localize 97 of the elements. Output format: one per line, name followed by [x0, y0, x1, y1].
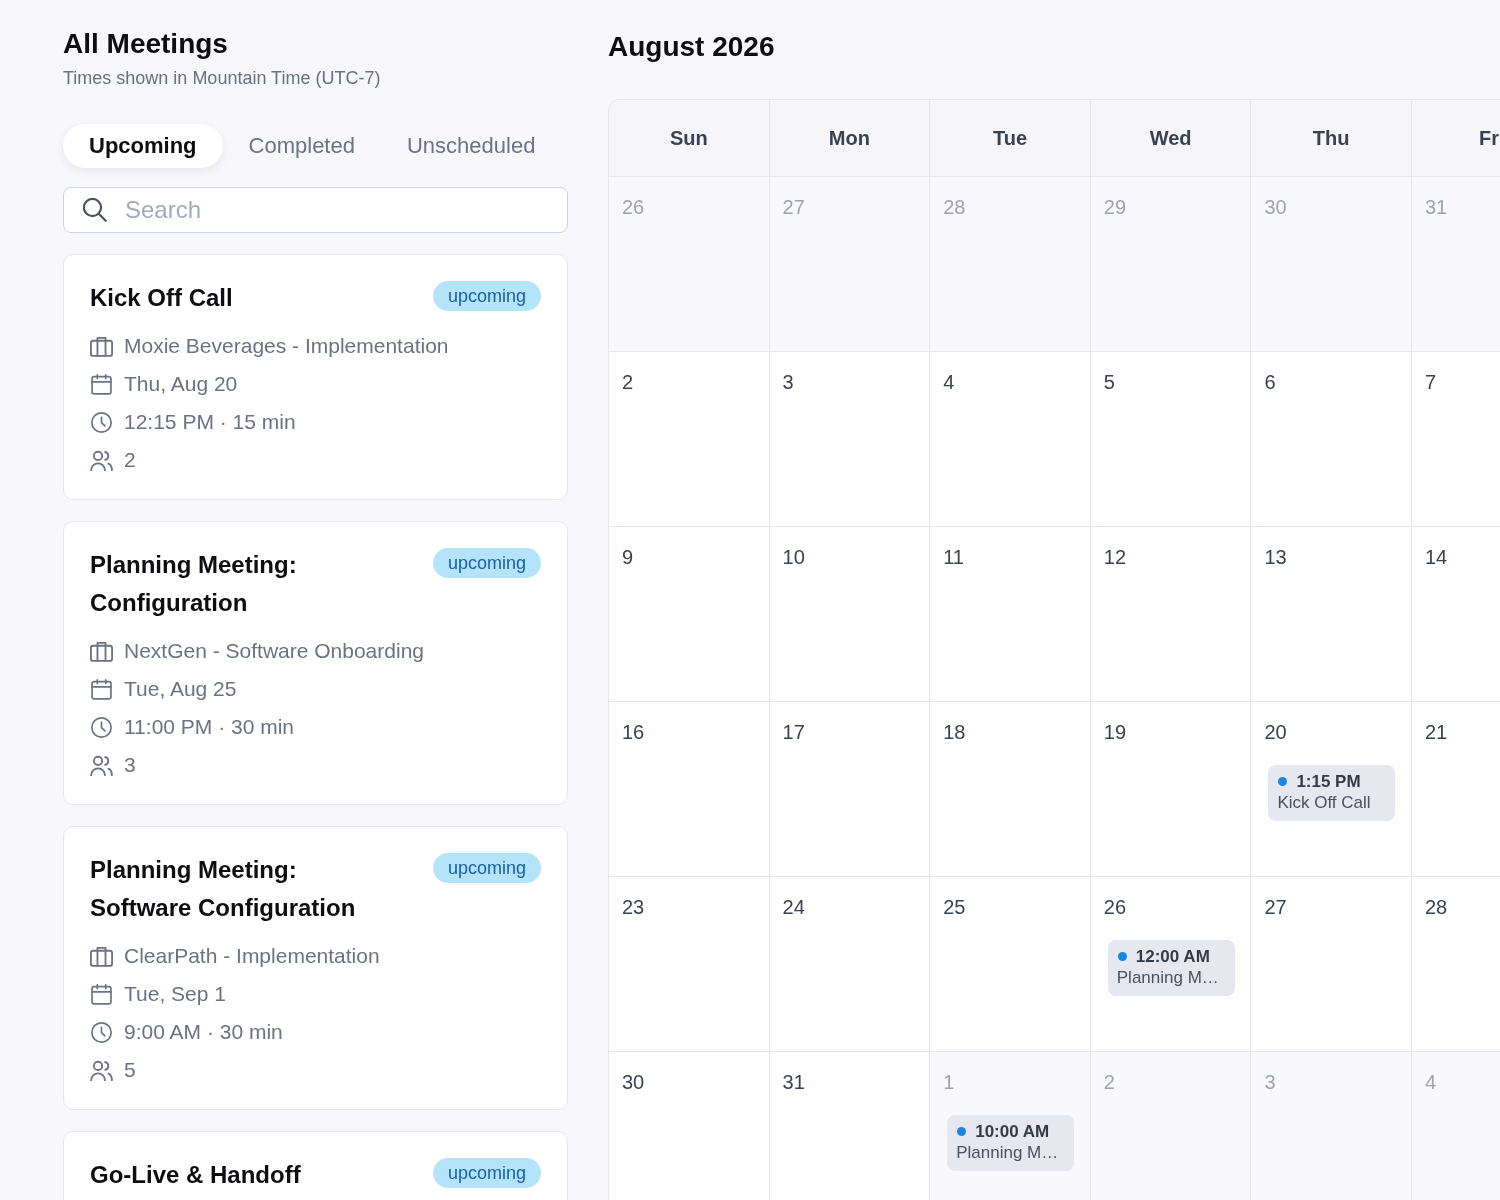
day-number: 31 — [782, 1070, 805, 1094]
day-number: 30 — [1264, 195, 1287, 219]
day-number: 1 — [943, 1070, 955, 1094]
filter-tab[interactable]: Unscheduled — [380, 124, 562, 168]
calendar-event[interactable]: 12:00 AM Planning M… — [1107, 940, 1235, 996]
day-number: 17 — [782, 720, 805, 744]
timezone-note: Times shown in Mountain Time (UTC-7) — [63, 67, 382, 89]
status-badge: upcoming — [432, 548, 541, 578]
page-title: All Meetings — [63, 27, 229, 61]
day-number: 4 — [1424, 1070, 1437, 1094]
day-number: 26 — [1103, 895, 1127, 919]
day-number: 18 — [943, 720, 966, 744]
event-dot-icon — [1278, 777, 1288, 786]
status-badge: upcoming — [432, 1158, 541, 1188]
day-number: 27 — [782, 195, 805, 219]
attendee-count: 2 — [124, 448, 136, 472]
filter-tab[interactable]: Completed — [222, 124, 381, 168]
day-number: 2 — [1103, 1070, 1115, 1094]
status-badge: upcoming — [432, 281, 541, 311]
calendar-event[interactable]: 1:15 PM Kick Off Call — [1268, 765, 1396, 821]
day-number: 23 — [622, 895, 645, 919]
event-dot-icon — [1117, 952, 1127, 961]
day-number: 27 — [1264, 895, 1287, 919]
people-icon — [90, 1059, 113, 1081]
calendar-event[interactable]: 10:00 AM Planning M… — [947, 1115, 1075, 1171]
clock-icon — [90, 411, 113, 433]
account-name: ClearPath - Implementation — [124, 944, 380, 968]
meeting-title: Planning Meeting: Configuration — [90, 550, 298, 618]
day-number: 28 — [1424, 895, 1448, 919]
filter-tab[interactable]: Upcoming — [63, 124, 223, 168]
day-number: 2 — [622, 370, 634, 394]
day-number: 4 — [943, 370, 955, 394]
meeting-date: Thu, Aug 20 — [124, 372, 238, 396]
search-field[interactable]: Search — [63, 187, 568, 233]
day-number: 28 — [943, 195, 966, 219]
search-icon — [83, 198, 107, 222]
event-dot-icon — [957, 1127, 967, 1136]
meeting-card[interactable]: Planning Meeting: Configuration upcoming NextGen - Software Onboarding Tue, Aug 25 11:00 PM · 30 min 3 — [63, 521, 568, 805]
event-time: 12:00 AM — [1135, 946, 1210, 967]
clock-icon — [90, 716, 113, 738]
weekday-header: Wed — [1090, 100, 1252, 177]
people-icon — [90, 754, 113, 776]
weekday-header: Tue — [930, 100, 1091, 177]
meeting-title: Planning Meeting: Software Configuration — [90, 855, 357, 923]
day-number: 21 — [1424, 720, 1448, 744]
day-number: 20 — [1264, 720, 1287, 744]
meeting-date: Tue, Sep 1 — [124, 982, 226, 1006]
weekday-header: Thu — [1251, 100, 1412, 177]
month-title: August 2026 — [608, 30, 776, 64]
event-title: Kick Off Call — [1277, 792, 1372, 814]
event-time: 10:00 AM — [975, 1121, 1050, 1142]
clock-icon — [90, 1021, 113, 1043]
briefcase-icon — [90, 945, 113, 967]
day-number: 6 — [1264, 370, 1276, 394]
event-time: 1:15 PM — [1296, 771, 1361, 792]
meeting-time: 9:00 AM · 30 min — [124, 1020, 283, 1044]
day-number: 29 — [1103, 195, 1127, 219]
status-badge: upcoming — [432, 853, 541, 883]
calendar-icon — [90, 373, 113, 395]
day-number: 11 — [943, 545, 964, 569]
day-number: 16 — [622, 720, 645, 744]
day-number: 7 — [1424, 370, 1437, 394]
day-number: 31 — [1424, 195, 1448, 219]
day-number: 25 — [943, 895, 966, 919]
attendee-count: 5 — [124, 1058, 136, 1082]
people-icon — [90, 449, 113, 471]
account-name: NextGen - Software Onboarding — [124, 639, 424, 663]
calendar-icon — [90, 983, 113, 1005]
day-number: 12 — [1103, 545, 1127, 569]
day-number: 30 — [622, 1070, 645, 1094]
meeting-card[interactable]: Go-Live & Handoff upcoming — [63, 1131, 568, 1200]
day-number: 3 — [1264, 1070, 1276, 1094]
meeting-card[interactable]: Kick Off Call upcoming Moxie Beverages - Implementation Thu, Aug 20 12:15 PM · 15 min 2 — [63, 254, 568, 500]
day-number: 24 — [782, 895, 805, 919]
meeting-card[interactable]: Planning Meeting: Software Configuration upcoming ClearPath - Implementation Tue, Sep 1 9:00 AM · 30 min 5 — [63, 826, 568, 1110]
day-number: 10 — [782, 545, 805, 569]
day-number: 26 — [622, 195, 645, 219]
day-number: 13 — [1264, 545, 1287, 569]
meeting-date: Tue, Aug 25 — [124, 677, 237, 701]
day-number: 9 — [622, 545, 634, 569]
account-name: Moxie Beverages - Implementation — [124, 334, 449, 358]
weekday-header: Sun — [609, 100, 770, 177]
briefcase-icon — [90, 640, 113, 662]
meeting-time: 12:15 PM · 15 min — [124, 410, 296, 434]
meeting-time: 11:00 PM · 30 min — [124, 715, 295, 739]
day-number: 19 — [1103, 720, 1127, 744]
day-number: 14 — [1424, 545, 1448, 569]
calendar-icon — [90, 678, 113, 700]
day-number: 3 — [782, 370, 794, 394]
event-title: Planning M… — [1116, 967, 1220, 989]
meeting-title: Go-Live & Handoff — [90, 1160, 301, 1190]
event-title: Planning M… — [956, 1142, 1060, 1164]
meeting-title: Kick Off Call — [90, 283, 233, 313]
attendee-count: 3 — [124, 753, 136, 777]
day-number: 5 — [1103, 370, 1115, 394]
briefcase-icon — [90, 335, 113, 357]
weekday-header: Mon — [769, 100, 931, 177]
